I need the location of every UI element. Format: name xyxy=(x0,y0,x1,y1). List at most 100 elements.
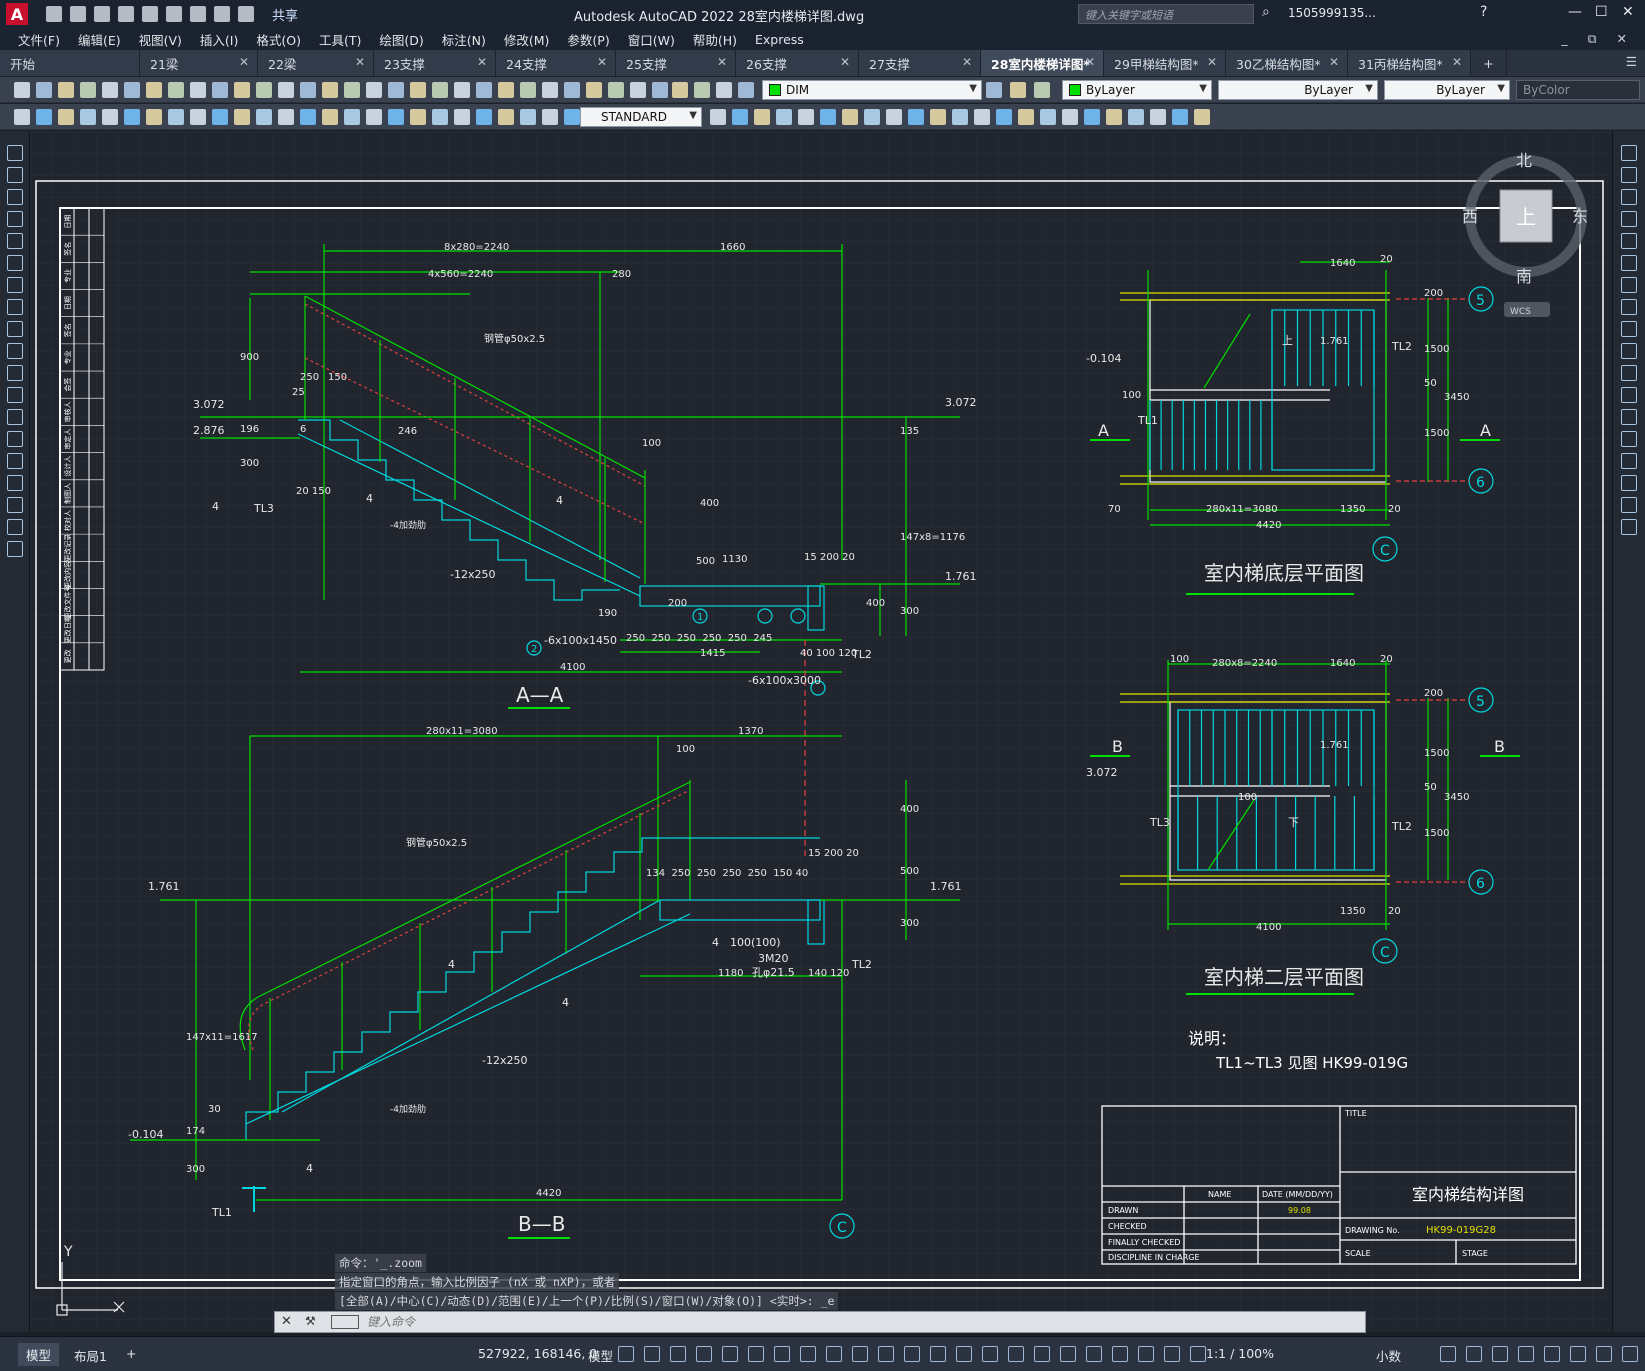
palette-tool-icon[interactable] xyxy=(7,453,23,469)
toolbar-tool-icon[interactable] xyxy=(986,82,1002,98)
status-toggle-icon[interactable] xyxy=(1138,1346,1154,1362)
new-tab-button[interactable]: + xyxy=(1471,50,1507,76)
palette-tool-icon[interactable] xyxy=(1621,211,1637,227)
palette-tool-icon[interactable] xyxy=(7,541,23,557)
toolbar-tool-icon[interactable] xyxy=(36,109,52,125)
toolbar-tool-icon[interactable] xyxy=(842,109,858,125)
palette-tool-icon[interactable] xyxy=(1621,299,1637,315)
toolbar-tool-icon[interactable] xyxy=(124,109,140,125)
status-toggle-icon[interactable] xyxy=(1518,1346,1534,1362)
toolbar-tool-icon[interactable] xyxy=(454,82,470,98)
toolbar-tool-icon[interactable] xyxy=(476,109,492,125)
toolbar-tool-icon[interactable] xyxy=(234,82,250,98)
status-toggle-icon[interactable] xyxy=(1440,1346,1456,1362)
status-toggle-icon[interactable] xyxy=(1034,1346,1050,1362)
search-input[interactable]: 键入关键字或短语 xyxy=(1078,4,1254,24)
toolbar-tool-icon[interactable] xyxy=(1034,82,1050,98)
layout1-tab[interactable]: 布局1 xyxy=(74,1346,107,1365)
close-tab-icon[interactable]: ✕ xyxy=(1329,55,1339,69)
toolbar-tool-icon[interactable] xyxy=(498,82,514,98)
toolbar-tool-icon[interactable] xyxy=(952,109,968,125)
annotation-scale[interactable]: 1:1 / 100% xyxy=(1206,1346,1274,1361)
toolbar-tool-icon[interactable] xyxy=(58,82,74,98)
status-toggle-icon[interactable] xyxy=(852,1346,868,1362)
palette-tool-icon[interactable] xyxy=(1621,497,1637,513)
file-tab[interactable]: 30乙梯结构图* ✕ xyxy=(1226,50,1348,76)
toolbar-tool-icon[interactable] xyxy=(234,109,250,125)
toolbar-tool-icon[interactable] xyxy=(1172,109,1188,125)
toolbar-tool-icon[interactable] xyxy=(608,82,624,98)
toolbar-tool-icon[interactable] xyxy=(454,109,470,125)
close-tab-icon[interactable]: ✕ xyxy=(840,55,850,69)
toolbar-tool-icon[interactable] xyxy=(190,109,206,125)
new-file-icon[interactable] xyxy=(46,6,62,22)
save-as-icon[interactable] xyxy=(118,6,134,22)
toolbar-tool-icon[interactable] xyxy=(322,82,338,98)
model-tab[interactable]: 模型 xyxy=(18,1343,60,1366)
palette-tool-icon[interactable] xyxy=(7,189,23,205)
toolbar-tool-icon[interactable] xyxy=(410,109,426,125)
toolbar-tool-icon[interactable] xyxy=(256,109,272,125)
file-tab[interactable]: 21梁 ✕ xyxy=(140,50,258,76)
toolbar-tool-icon[interactable] xyxy=(1128,109,1144,125)
toolbar-tool-icon[interactable] xyxy=(1062,109,1078,125)
toolbar-tool-icon[interactable] xyxy=(586,82,602,98)
menu-item[interactable]: 工具(T) xyxy=(319,30,361,49)
toolbar-tool-icon[interactable] xyxy=(344,82,360,98)
toolbar-tool-icon[interactable] xyxy=(146,82,162,98)
status-toggle-icon[interactable] xyxy=(1492,1346,1508,1362)
palette-tool-icon[interactable] xyxy=(1621,387,1637,403)
toolbar-tool-icon[interactable] xyxy=(388,82,404,98)
palette-tool-icon[interactable] xyxy=(7,365,23,381)
status-toggle-icon[interactable] xyxy=(982,1346,998,1362)
toolbar-tool-icon[interactable] xyxy=(798,109,814,125)
maximize-button[interactable]: ☐ xyxy=(1595,4,1608,20)
toolbar-tool-icon[interactable] xyxy=(432,82,448,98)
status-toggle-icon[interactable] xyxy=(826,1346,842,1362)
file-tab[interactable]: 23支撑 ✕ xyxy=(374,50,496,76)
toolbar-tool-icon[interactable] xyxy=(168,82,184,98)
palette-tool-icon[interactable] xyxy=(1621,519,1637,535)
toolbar-tool-icon[interactable] xyxy=(886,109,902,125)
status-toggle-icon[interactable] xyxy=(1466,1346,1482,1362)
toolbar-tool-icon[interactable] xyxy=(278,82,294,98)
menu-item[interactable]: 窗口(W) xyxy=(628,30,675,49)
toolbar-tool-icon[interactable] xyxy=(124,82,140,98)
palette-tool-icon[interactable] xyxy=(7,343,23,359)
palette-tool-icon[interactable] xyxy=(1621,343,1637,359)
close-tab-icon[interactable]: ✕ xyxy=(962,55,972,69)
palette-tool-icon[interactable] xyxy=(1621,321,1637,337)
palette-tool-icon[interactable] xyxy=(7,277,23,293)
command-input[interactable] xyxy=(367,1314,1357,1330)
close-tab-icon[interactable]: ✕ xyxy=(355,55,365,69)
toolbar-tool-icon[interactable] xyxy=(974,109,990,125)
user-account[interactable]: 1505999135... xyxy=(1288,6,1376,20)
minimize-button[interactable]: — xyxy=(1568,4,1582,20)
toolbar-tool-icon[interactable] xyxy=(256,82,272,98)
file-tab[interactable]: 26支撑 ✕ xyxy=(736,50,859,76)
toolbar-tool-icon[interactable] xyxy=(1150,109,1166,125)
close-button[interactable]: ✕ xyxy=(1622,4,1634,20)
toolbar-tool-icon[interactable] xyxy=(212,109,228,125)
toolbar-tool-icon[interactable] xyxy=(102,82,118,98)
toolbar-tool-icon[interactable] xyxy=(652,82,668,98)
toolbar-tool-icon[interactable] xyxy=(716,82,732,98)
menu-item[interactable]: 参数(P) xyxy=(567,30,609,49)
toolbar-tool-icon[interactable] xyxy=(520,82,536,98)
lineweight-dropdown[interactable]: ByLayer ▼ xyxy=(1384,80,1510,100)
menu-item[interactable]: 文件(F) xyxy=(18,30,60,49)
toolbar-tool-icon[interactable] xyxy=(564,109,580,125)
toolbar-tool-icon[interactable] xyxy=(14,109,30,125)
status-toggle-icon[interactable] xyxy=(1190,1346,1206,1362)
close-tab-icon[interactable]: ✕ xyxy=(1207,55,1217,69)
toolbar-tool-icon[interactable] xyxy=(80,82,96,98)
customize-wrench-icon[interactable]: ⚒ xyxy=(305,1314,316,1328)
palette-tool-icon[interactable] xyxy=(1621,365,1637,381)
toolbar-tool-icon[interactable] xyxy=(58,109,74,125)
toolbar-tool-icon[interactable] xyxy=(14,82,30,98)
palette-tool-icon[interactable] xyxy=(7,431,23,447)
toolbar-tool-icon[interactable] xyxy=(322,109,338,125)
palette-tool-icon[interactable] xyxy=(1621,409,1637,425)
toolbar-tool-icon[interactable] xyxy=(168,109,184,125)
toolbar-tool-icon[interactable] xyxy=(388,109,404,125)
